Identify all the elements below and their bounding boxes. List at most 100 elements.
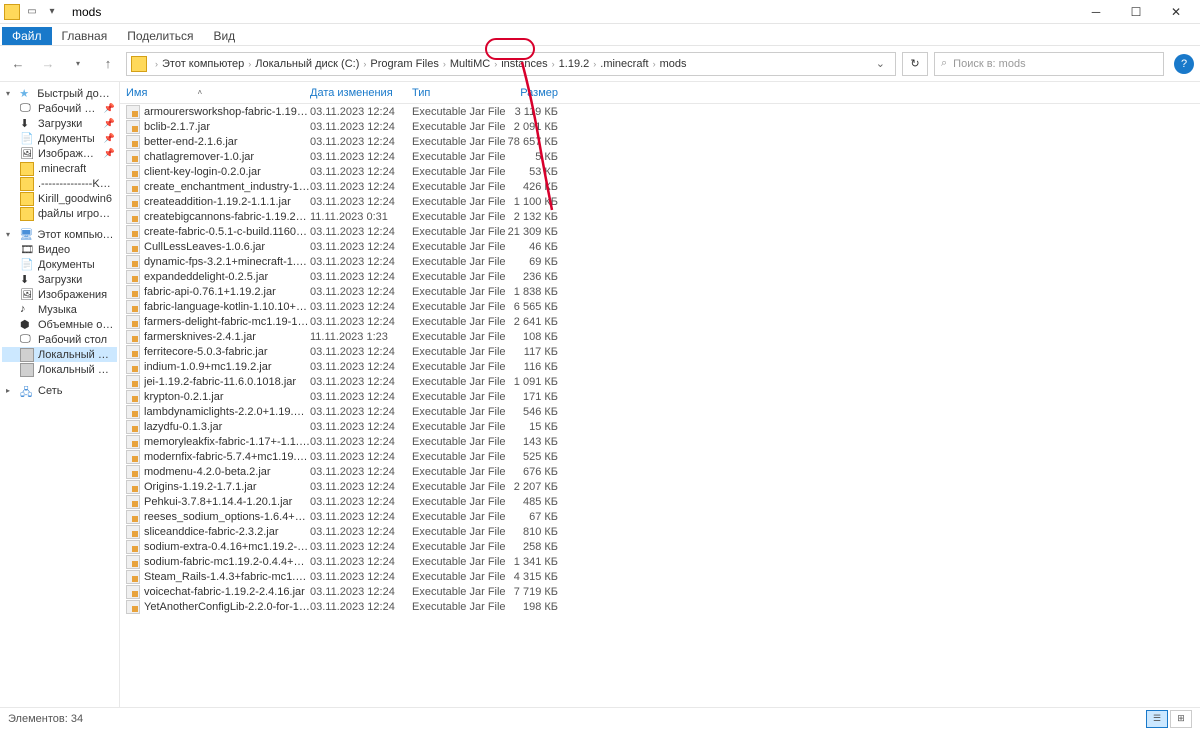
file-row[interactable]: armourersworkshop-fabric-1.19.2-2.0.2.ja… — [120, 104, 1200, 119]
file-row[interactable]: indium-1.0.9+mc1.19.2.jar03.11.2023 12:2… — [120, 359, 1200, 374]
sidebar-item[interactable]: .minecraft — [2, 161, 117, 176]
file-row[interactable]: modernfix-fabric-5.7.4+mc1.19.2.jar03.11… — [120, 449, 1200, 464]
breadcrumb-item[interactable]: .minecraft — [600, 58, 648, 70]
qat-dropdown-icon[interactable]: ▾ — [44, 4, 60, 20]
column-header-type[interactable]: Тип — [412, 87, 506, 99]
sidebar-item[interactable]: ⬇Загрузки📌 — [2, 116, 117, 131]
ribbon-tab-home[interactable]: Главная — [52, 27, 118, 45]
file-row[interactable]: fabric-language-kotlin-1.10.10+kotlin.1.… — [120, 299, 1200, 314]
sidebar-item[interactable]: .--------------Kedirc — [2, 176, 117, 191]
breadcrumb-item[interactable]: instances — [501, 58, 547, 70]
search-placeholder: Поиск в: mods — [953, 58, 1025, 70]
file-row[interactable]: lambdynamiclights-2.2.0+1.19.2.jar03.11.… — [120, 404, 1200, 419]
file-row[interactable]: create-fabric-0.5.1-c-build.1160+mc1.19.… — [120, 224, 1200, 239]
chevron-right-icon[interactable]: ▸ — [6, 386, 16, 395]
chevron-down-icon[interactable]: ▾ — [6, 230, 15, 239]
file-row[interactable]: create_enchantment_industry-1.0.1.b.jar0… — [120, 179, 1200, 194]
file-row[interactable]: better-end-2.1.6.jar03.11.2023 12:24Exec… — [120, 134, 1200, 149]
sidebar-item[interactable]: 🖼Изображения — [2, 287, 117, 302]
breadcrumb-item[interactable]: MultiMC — [450, 58, 490, 70]
file-row[interactable]: Pehkui-3.7.8+1.14.4-1.20.1.jar03.11.2023… — [120, 494, 1200, 509]
file-row[interactable]: farmersknives-2.4.1.jar11.11.2023 1:23Ex… — [120, 329, 1200, 344]
breadcrumb-item[interactable]: 1.19.2 — [559, 58, 590, 70]
file-row[interactable]: dynamic-fps-3.2.1+minecraft-1.19.0.jar03… — [120, 254, 1200, 269]
file-row[interactable]: farmers-delight-fabric-mc1.19-1.19.2-1.3… — [120, 314, 1200, 329]
sidebar-item[interactable]: 📄Документы📌 — [2, 131, 117, 146]
sidebar-item[interactable]: ⬢Объемные объекты — [2, 317, 117, 332]
sidebar-item[interactable]: 🖵Рабочий стол — [2, 332, 117, 347]
maximize-button[interactable]: ☐ — [1116, 0, 1156, 24]
breadcrumb-item[interactable]: Локальный диск (C:) — [255, 58, 359, 70]
sidebar-item[interactable]: ♪Музыка — [2, 302, 117, 317]
sidebar-item[interactable]: ⬇Загрузки — [2, 272, 117, 287]
chevron-right-icon[interactable]: › — [151, 59, 162, 69]
chevron-right-icon[interactable]: › — [490, 59, 501, 69]
file-row[interactable]: createbigcannons-fabric-1.19.2-0.5.2.a.j… — [120, 209, 1200, 224]
file-row[interactable]: jei-1.19.2-fabric-11.6.0.1018.jar03.11.2… — [120, 374, 1200, 389]
file-row[interactable]: lazydfu-0.1.3.jar03.11.2023 12:24Executa… — [120, 419, 1200, 434]
breadcrumb-item[interactable]: Program Files — [370, 58, 438, 70]
file-row[interactable]: Steam_Rails-1.4.3+fabric-mc1.19.2.jar03.… — [120, 569, 1200, 584]
file-row[interactable]: modmenu-4.2.0-beta.2.jar03.11.2023 12:24… — [120, 464, 1200, 479]
chevron-right-icon[interactable]: › — [548, 59, 559, 69]
column-header-name[interactable]: Имя ˄ — [126, 87, 310, 99]
chevron-right-icon[interactable]: › — [589, 59, 600, 69]
file-row[interactable]: expandeddelight-0.2.5.jar03.11.2023 12:2… — [120, 269, 1200, 284]
file-row[interactable]: voicechat-fabric-1.19.2-2.4.16.jar03.11.… — [120, 584, 1200, 599]
breadcrumb-dropdown-icon[interactable]: ⌄ — [870, 57, 891, 70]
breadcrumb-item[interactable]: mods — [660, 58, 687, 70]
sidebar-item[interactable]: Kirill_goodwin6 — [2, 191, 117, 206]
nav-up-button[interactable]: ↑ — [96, 52, 120, 76]
sidebar-network[interactable]: ▸ 🖧 Сеть — [2, 383, 117, 398]
chevron-right-icon[interactable]: › — [439, 59, 450, 69]
sidebar-item[interactable]: файлы игроков — [2, 206, 117, 221]
search-input[interactable]: ⌕ Поиск в: mods — [934, 52, 1164, 76]
column-header-size[interactable]: Размер — [506, 87, 566, 99]
view-large-icons-button[interactable]: ⊞ — [1170, 710, 1192, 728]
sidebar-item[interactable]: 🖵Рабочий стол📌 — [2, 101, 117, 116]
file-row[interactable]: Origins-1.19.2-1.7.1.jar03.11.2023 12:24… — [120, 479, 1200, 494]
file-row[interactable]: sodium-fabric-mc1.19.2-0.4.4+build.18.ja… — [120, 554, 1200, 569]
file-row[interactable]: client-key-login-0.2.0.jar03.11.2023 12:… — [120, 164, 1200, 179]
sidebar-quick-access[interactable]: ▾ ★ Быстрый доступ — [2, 86, 117, 101]
ribbon-tab-share[interactable]: Поделиться — [117, 27, 203, 45]
view-details-button[interactable]: ☰ — [1146, 710, 1168, 728]
breadcrumb-item[interactable]: Этот компьютер — [162, 58, 244, 70]
file-row[interactable]: bclib-2.1.7.jar03.11.2023 12:24Executabl… — [120, 119, 1200, 134]
refresh-button[interactable]: ↻ — [902, 52, 928, 76]
file-row[interactable]: sliceanddice-fabric-2.3.2.jar03.11.2023 … — [120, 524, 1200, 539]
column-header-date[interactable]: Дата изменения — [310, 87, 412, 99]
ribbon-tab-file[interactable]: Файл — [2, 27, 52, 45]
minimize-button[interactable]: ─ — [1076, 0, 1116, 24]
ribbon-tab-view[interactable]: Вид — [203, 27, 245, 45]
close-button[interactable]: ✕ — [1156, 0, 1196, 24]
sidebar-this-pc[interactable]: ▾ 🖥 Этот компьютер — [2, 227, 117, 242]
file-list[interactable]: armourersworkshop-fabric-1.19.2-2.0.2.ja… — [120, 104, 1200, 707]
file-row[interactable]: krypton-0.2.1.jar03.11.2023 12:24Executa… — [120, 389, 1200, 404]
sidebar-item[interactable]: Локальный диск (C — [2, 347, 117, 362]
chevron-right-icon[interactable]: › — [649, 59, 660, 69]
sidebar-item[interactable]: 🎞Видео — [2, 242, 117, 257]
nav-forward-button[interactable]: → — [36, 52, 60, 76]
chevron-right-icon[interactable]: › — [359, 59, 370, 69]
file-row[interactable]: chatlagremover-1.0.jar03.11.2023 12:24Ex… — [120, 149, 1200, 164]
chevron-right-icon[interactable]: › — [244, 59, 255, 69]
help-button[interactable]: ? — [1174, 54, 1194, 74]
file-row[interactable]: reeses_sodium_options-1.6.4+mc1.19.2-...… — [120, 509, 1200, 524]
file-row[interactable]: ferritecore-5.0.3-fabric.jar03.11.2023 1… — [120, 344, 1200, 359]
nav-recent-dropdown[interactable]: ▾ — [66, 52, 90, 76]
qat-properties-icon[interactable]: ▭ — [24, 4, 40, 20]
chevron-down-icon[interactable]: ▾ — [6, 89, 15, 98]
file-row[interactable]: createaddition-1.19.2-1.1.1.jar03.11.202… — [120, 194, 1200, 209]
file-row[interactable]: YetAnotherConfigLib-2.2.0-for-1.19.2.jar… — [120, 599, 1200, 614]
breadcrumb[interactable]: › Этот компьютер›Локальный диск (C:)›Pro… — [126, 52, 896, 76]
sidebar-item[interactable]: Локальный диск (D — [2, 362, 117, 377]
desktop-icon: 🖵 — [20, 333, 34, 347]
sidebar-item[interactable]: 🖼Изображения📌 — [2, 146, 117, 161]
file-row[interactable]: fabric-api-0.76.1+1.19.2.jar03.11.2023 1… — [120, 284, 1200, 299]
file-row[interactable]: sodium-extra-0.4.16+mc1.19.2-build.90.ja… — [120, 539, 1200, 554]
file-row[interactable]: memoryleakfix-fabric-1.17+-1.1.2.jar03.1… — [120, 434, 1200, 449]
nav-back-button[interactable]: ← — [6, 52, 30, 76]
file-row[interactable]: CullLessLeaves-1.0.6.jar03.11.2023 12:24… — [120, 239, 1200, 254]
sidebar-item[interactable]: 📄Документы — [2, 257, 117, 272]
